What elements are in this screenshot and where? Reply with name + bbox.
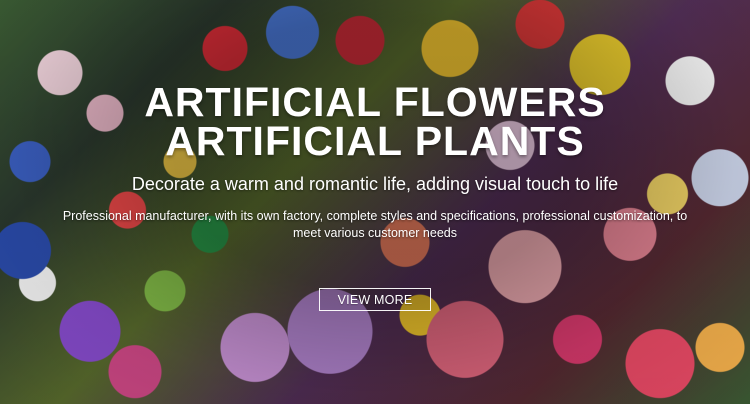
hero-subtitle: Decorate a warm and romantic life, addin… bbox=[131, 174, 619, 194]
hero-content: ARTIFICIAL FLOWERS ARTIFICIAL PLANTS Dec… bbox=[0, 0, 750, 404]
hero-title-line-1: ARTIFICIAL FLOWERS bbox=[144, 79, 606, 125]
hero-banner: ARTIFICIAL FLOWERS ARTIFICIAL PLANTS Dec… bbox=[0, 0, 750, 404]
view-more-button[interactable]: VIEW MORE bbox=[319, 288, 431, 311]
hero-title-line-2: ARTIFICIAL PLANTS bbox=[165, 118, 585, 164]
hero-description: Professional manufacturer, with its own … bbox=[62, 209, 688, 240]
